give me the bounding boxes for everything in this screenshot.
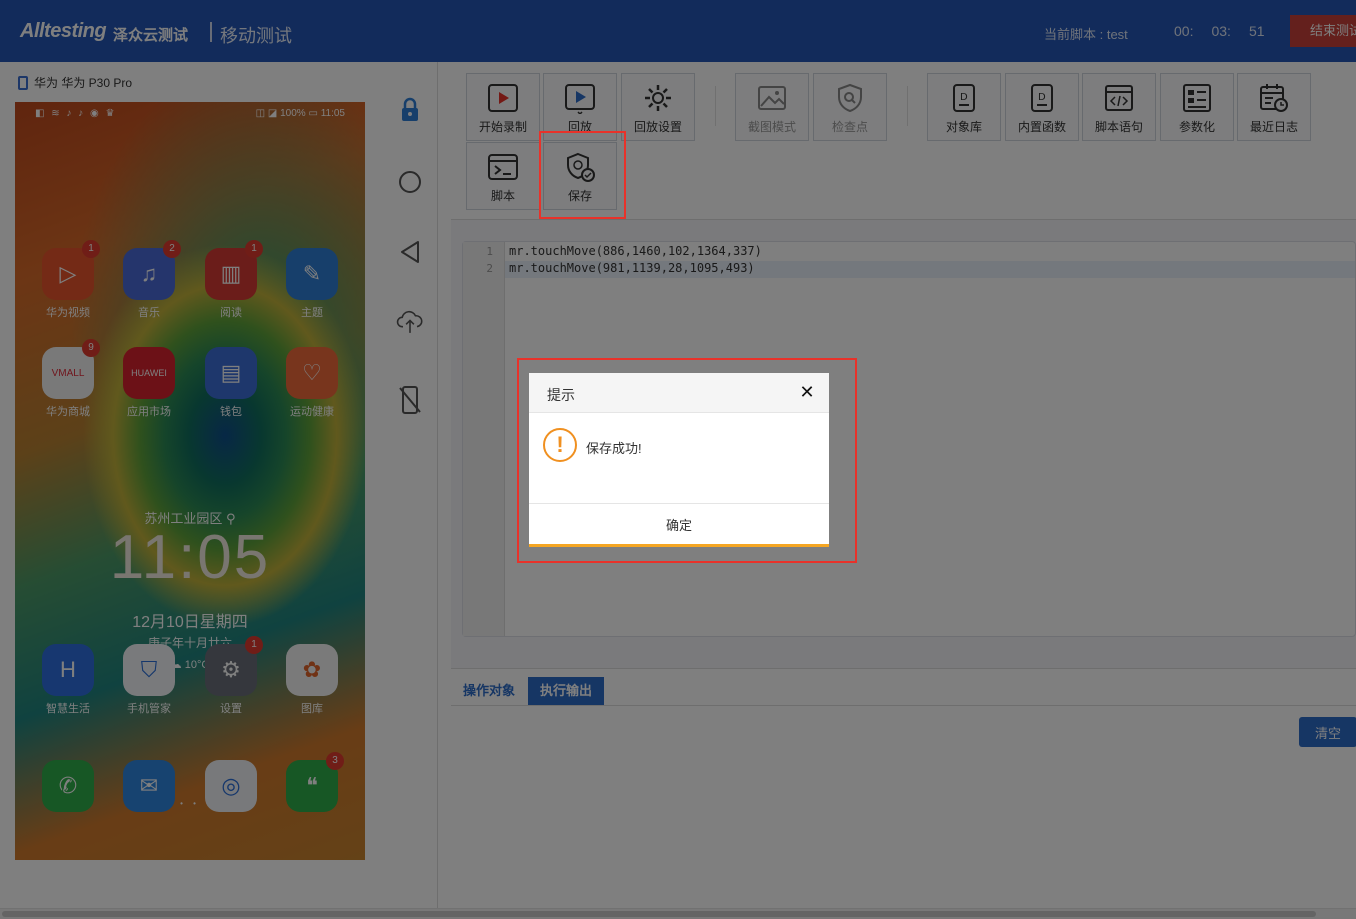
warning-icon: ! <box>543 428 577 462</box>
save-button-highlight <box>539 131 626 219</box>
alert-dialog: 提示 ✕ ! 保存成功! 确定 <box>529 373 829 547</box>
dialog-footer: 确定 <box>529 503 829 544</box>
dialog-header: 提示 ✕ <box>529 373 829 413</box>
dialog-title: 提示 <box>547 387 575 403</box>
close-icon[interactable]: ✕ <box>797 382 817 402</box>
dialog-message: 保存成功! <box>586 441 642 456</box>
ok-button[interactable]: 确定 <box>529 504 829 544</box>
